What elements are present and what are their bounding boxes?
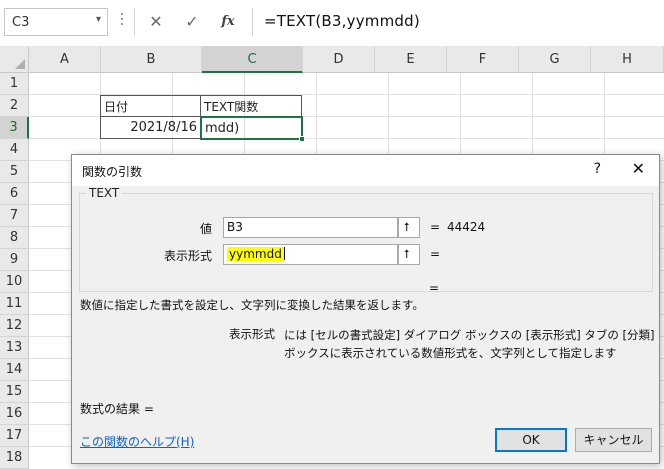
row-header[interactable]: 9 (0, 249, 29, 271)
divider (252, 8, 253, 36)
cancel-icon[interactable]: ✕ (144, 10, 168, 34)
row-header[interactable]: 16 (0, 403, 29, 425)
cancel-button[interactable]: キャンセル (575, 428, 652, 452)
arg-equals: = (430, 220, 441, 234)
column-header-g[interactable]: G (519, 46, 591, 73)
close-icon[interactable]: ✕ (632, 159, 645, 178)
arg-result-value: 44424 (447, 220, 486, 234)
value-input[interactable]: B3 (223, 217, 398, 238)
formula-input[interactable]: =TEXT(B3,yymmdd) (264, 12, 420, 30)
row-header[interactable]: 14 (0, 359, 29, 381)
function-description: 数値に指定した書式を設定し、文字列に変換した結果を返します。 (80, 298, 424, 312)
chevron-down-icon[interactable]: ▾ (96, 14, 101, 25)
format-input[interactable]: yymmdd (223, 244, 398, 265)
text-caret (283, 247, 285, 260)
collapse-dialog-button-value[interactable]: ⭡ (398, 217, 420, 238)
format-input-value: yymmdd (227, 247, 284, 261)
divider (134, 8, 135, 36)
collapse-dialog-button-format[interactable]: ⭡ (398, 244, 420, 265)
select-all-button[interactable] (0, 46, 29, 73)
collapse-icon: ⭡ (404, 220, 410, 234)
arg-label-format: 表示形式 (164, 249, 213, 263)
fill-handle[interactable] (299, 136, 305, 142)
help-icon[interactable]: ? (594, 161, 601, 177)
formula-result-label: 数式の結果 = (80, 402, 154, 416)
dialog-title-bar[interactable]: 関数の引数 ? ✕ (72, 155, 659, 186)
dialog-title: 関数の引数 (82, 165, 143, 179)
formula-bar: C3 ▾ ✕ ✓ fx =TEXT(B3,yymmdd) (0, 0, 664, 46)
name-box-value: C3 (12, 15, 30, 30)
row-header[interactable]: 7 (0, 205, 29, 227)
function-arguments-dialog: 関数の引数 ? ✕ TEXT 値 B3 ⭡ = 44424 表示形式 yymmd… (71, 154, 660, 464)
row-header[interactable]: 6 (0, 183, 29, 205)
overall-equals: = (429, 281, 440, 295)
arg-equals: = (430, 247, 441, 261)
enter-icon[interactable]: ✓ (180, 10, 204, 34)
arg-description-text: には [セルの書式設定] ダイアログ ボックスの [表示形式] タブの [分類]… (284, 328, 655, 360)
column-header-a[interactable]: A (29, 46, 101, 73)
row-header[interactable]: 10 (0, 271, 29, 293)
row-header[interactable]: 1 (0, 73, 29, 95)
row-header-selected[interactable]: 3 (0, 117, 29, 139)
column-header-c[interactable]: C (202, 46, 303, 73)
arg-label-value: 値 (200, 222, 213, 236)
column-header-d[interactable]: D (303, 46, 375, 73)
row-header[interactable]: 8 (0, 227, 29, 249)
row-header[interactable]: 15 (0, 381, 29, 403)
column-header-e[interactable]: E (375, 46, 447, 73)
cell-c3-value: mdd) (205, 121, 240, 136)
row-header[interactable]: 13 (0, 337, 29, 359)
ok-button[interactable]: OK (495, 428, 567, 452)
arg-description-name: 表示形式 (229, 327, 275, 341)
name-box[interactable]: C3 ▾ (4, 8, 108, 36)
function-name: TEXT (86, 186, 123, 200)
grip-dots-icon[interactable] (119, 10, 125, 32)
row-header[interactable]: 4 (0, 139, 29, 161)
row-header[interactable]: 5 (0, 161, 29, 183)
row-header[interactable]: 18 (0, 447, 29, 469)
collapse-icon: ⭡ (404, 247, 410, 261)
cell-b3[interactable]: 2021/8/16 (100, 117, 201, 139)
column-header-h[interactable]: H (591, 46, 664, 73)
cell-c2[interactable]: TEXT関数 (201, 95, 302, 117)
cell-b2[interactable]: 日付 (100, 95, 201, 117)
row-header[interactable]: 12 (0, 315, 29, 337)
row-header[interactable]: 17 (0, 425, 29, 447)
function-help-link[interactable]: この関数のヘルプ(H) (80, 433, 194, 450)
arguments-group: TEXT 値 B3 ⭡ = 44424 表示形式 yymmdd ⭡ = (79, 186, 653, 292)
select-all-icon (15, 59, 25, 69)
insert-function-icon[interactable]: fx (216, 10, 240, 34)
column-header-f[interactable]: F (447, 46, 519, 73)
row-header[interactable]: 11 (0, 293, 29, 315)
row-header[interactable]: 2 (0, 95, 29, 117)
cell-c3-active[interactable]: mdd) (200, 116, 305, 142)
column-header-b[interactable]: B (101, 46, 202, 73)
